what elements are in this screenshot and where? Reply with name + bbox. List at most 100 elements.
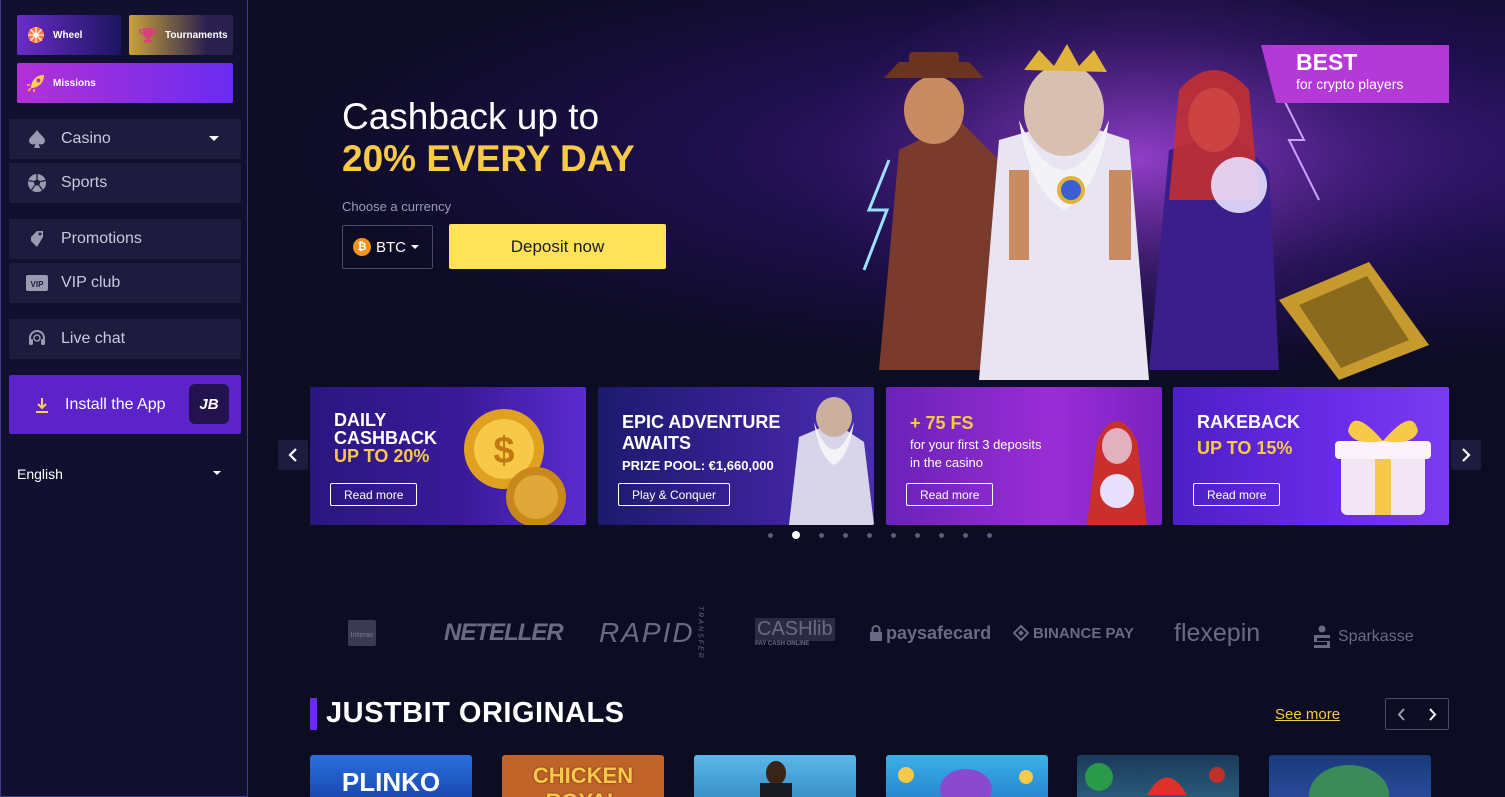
best-badge: BEST for crypto players (1261, 45, 1449, 103)
carousel-dot[interactable] (867, 532, 872, 538)
rapid-logo-text: RAPID (599, 617, 695, 648)
cashlib-logo-subtext: PAY CASH ONLINE (755, 641, 810, 647)
promo-highlight: UP TO 20% (334, 446, 430, 466)
interac-logo-text: Interac (351, 632, 374, 639)
promo-card-rakeback[interactable]: RAKEBACK UP TO 15% Read more (1173, 387, 1449, 525)
hero-title-highlight: 20% EVERY DAY (342, 138, 635, 179)
carousel-dot[interactable] (915, 532, 920, 538)
tournaments-button[interactable]: Tournaments (129, 15, 233, 55)
carousel-prev-button[interactable] (278, 440, 308, 470)
game-title: CHICKEN ROYAL (532, 763, 634, 797)
chevron-left-icon (1397, 707, 1405, 721)
binance-pay-logo: BINANCE PAY (1013, 618, 1134, 648)
sidebar-item-label: Live chat (61, 330, 126, 347)
rapid-transfer-logo: RAPID TRANSFER (599, 606, 704, 660)
carousel-dot[interactable] (939, 532, 944, 538)
language-label: English (17, 466, 63, 482)
game-tile-4[interactable] (886, 755, 1048, 797)
wheel-button[interactable]: Wheel (17, 15, 121, 55)
bitcoin-icon: ₿ (353, 238, 371, 256)
sidebar-item-label: Promotions (61, 230, 142, 247)
install-app-label: Install the App (65, 395, 166, 413)
promo-card-epic-adventure[interactable]: EPIC ADVENTURE AWAITS PRIZE POOL: €1,660… (598, 387, 874, 525)
chevron-left-icon (288, 448, 297, 462)
rocket-icon (25, 72, 47, 94)
carousel-dot[interactable] (891, 532, 896, 538)
language-select[interactable]: English (17, 464, 229, 484)
originals-next-button[interactable] (1417, 699, 1448, 729)
sidebar-item-sports[interactable]: Sports (9, 163, 241, 203)
sidebar-item-promotions[interactable]: Promotions (9, 219, 241, 259)
gift-box-image (1335, 420, 1431, 515)
play-conquer-button[interactable]: Play & Conquer (618, 483, 731, 506)
promo-card-daily-cashback[interactable]: DAILY CASHBACK UP TO 20% Read more $ (310, 387, 586, 525)
rapid-logo-subtext: TRANSFER (696, 606, 704, 660)
sidebar-item-vip[interactable]: VIP VIP club (9, 263, 241, 303)
promo-title: RAKEBACK (1197, 412, 1300, 432)
originals-prev-button[interactable] (1386, 699, 1417, 729)
binance-pay-logo-text: BINANCE PAY (1033, 624, 1134, 642)
see-more-link[interactable]: See more (1275, 706, 1340, 723)
sidebar-item-casino[interactable]: Casino (9, 119, 241, 159)
game-thumbnail (898, 767, 1033, 797)
currency-select[interactable]: ₿ BTC (342, 225, 433, 269)
game-title: PLINKO (341, 767, 441, 797)
originals-title: JUSTBIT ORIGINALS (326, 697, 625, 729)
carousel-dot[interactable] (819, 532, 824, 538)
justbit-logo: JB (189, 384, 229, 424)
app-root: Wheel Tournaments Missions Casino Sports… (0, 0, 1505, 797)
sidebar-item-label: VIP club (61, 274, 121, 291)
promo-title: + 75 FS (910, 413, 974, 433)
best-badge-subtitle: for crypto players (1296, 76, 1404, 92)
paysafecard-logo: paysafecard (869, 618, 991, 648)
read-more-button[interactable]: Read more (1193, 483, 1281, 506)
sidebar-item-label: Sports (61, 174, 108, 191)
promo-card-free-spins[interactable]: + 75 FS for your first 3 deposits in the… (886, 387, 1162, 525)
sparkasse-logo-text: Sparkasse (1338, 628, 1414, 645)
sparkasse-logo: Sparkasse (1312, 622, 1414, 652)
promo-title: CASHBACK (334, 428, 437, 448)
carousel-dot[interactable] (768, 532, 773, 538)
deposit-button[interactable]: Deposit now (449, 224, 666, 269)
paysafecard-logo-text: paysafecard (886, 622, 992, 643)
wheel-icon (25, 24, 47, 46)
chevron-right-icon (1429, 707, 1437, 721)
hero-banner: Cashback up to 20% EVERY DAY Choose a cu… (249, 0, 1505, 380)
read-more-button[interactable]: Read more (906, 483, 994, 506)
sorceress-image (1087, 421, 1147, 525)
download-icon (33, 396, 51, 414)
install-app-button[interactable]: Install the App JB (9, 375, 241, 434)
interac-logo: Interac (347, 618, 377, 648)
carousel-next-button[interactable] (1451, 440, 1481, 470)
vip-icon: VIP (25, 271, 49, 295)
game-tile-chicken-royal[interactable]: CHICKEN ROYAL (502, 755, 664, 797)
chevron-down-icon (213, 471, 221, 475)
game-tile-3[interactable] (694, 755, 856, 797)
carousel-dot[interactable] (792, 531, 800, 539)
chevron-down-icon (209, 136, 219, 141)
missions-button[interactable]: Missions (17, 63, 233, 103)
game-tile-5[interactable] (1077, 755, 1239, 797)
missions-label: Missions (53, 77, 96, 89)
game-tile-plinko[interactable]: PLINKO (310, 755, 472, 797)
carousel-dot[interactable] (843, 532, 848, 538)
prize-pool-text: PRIZE POOL: €1,660,000 (622, 458, 774, 473)
svg-text:VIP: VIP (31, 280, 45, 289)
read-more-button[interactable]: Read more (330, 483, 418, 506)
flexepin-logo: flexepin (1174, 618, 1261, 647)
carousel-dot[interactable] (987, 532, 992, 538)
section-accent-bar (310, 698, 317, 730)
carousel-dot[interactable] (963, 532, 968, 538)
zeus-image (789, 397, 874, 525)
carousel-dots (768, 531, 992, 539)
cashlib-logo-text: CASHlib (755, 618, 835, 641)
tag-icon (25, 227, 49, 251)
soccer-ball-icon (25, 171, 49, 195)
spade-icon (25, 127, 49, 151)
currency-label: Choose a currency (342, 199, 452, 214)
cashlib-logo: CASHlib PAY CASH ONLINE (755, 618, 835, 648)
game-tile-6[interactable] (1269, 755, 1431, 797)
game-thumbnail (760, 761, 792, 797)
sidebar-item-live-chat[interactable]: Live chat (9, 319, 241, 359)
sidebar: Wheel Tournaments Missions Casino Sports… (0, 0, 248, 797)
